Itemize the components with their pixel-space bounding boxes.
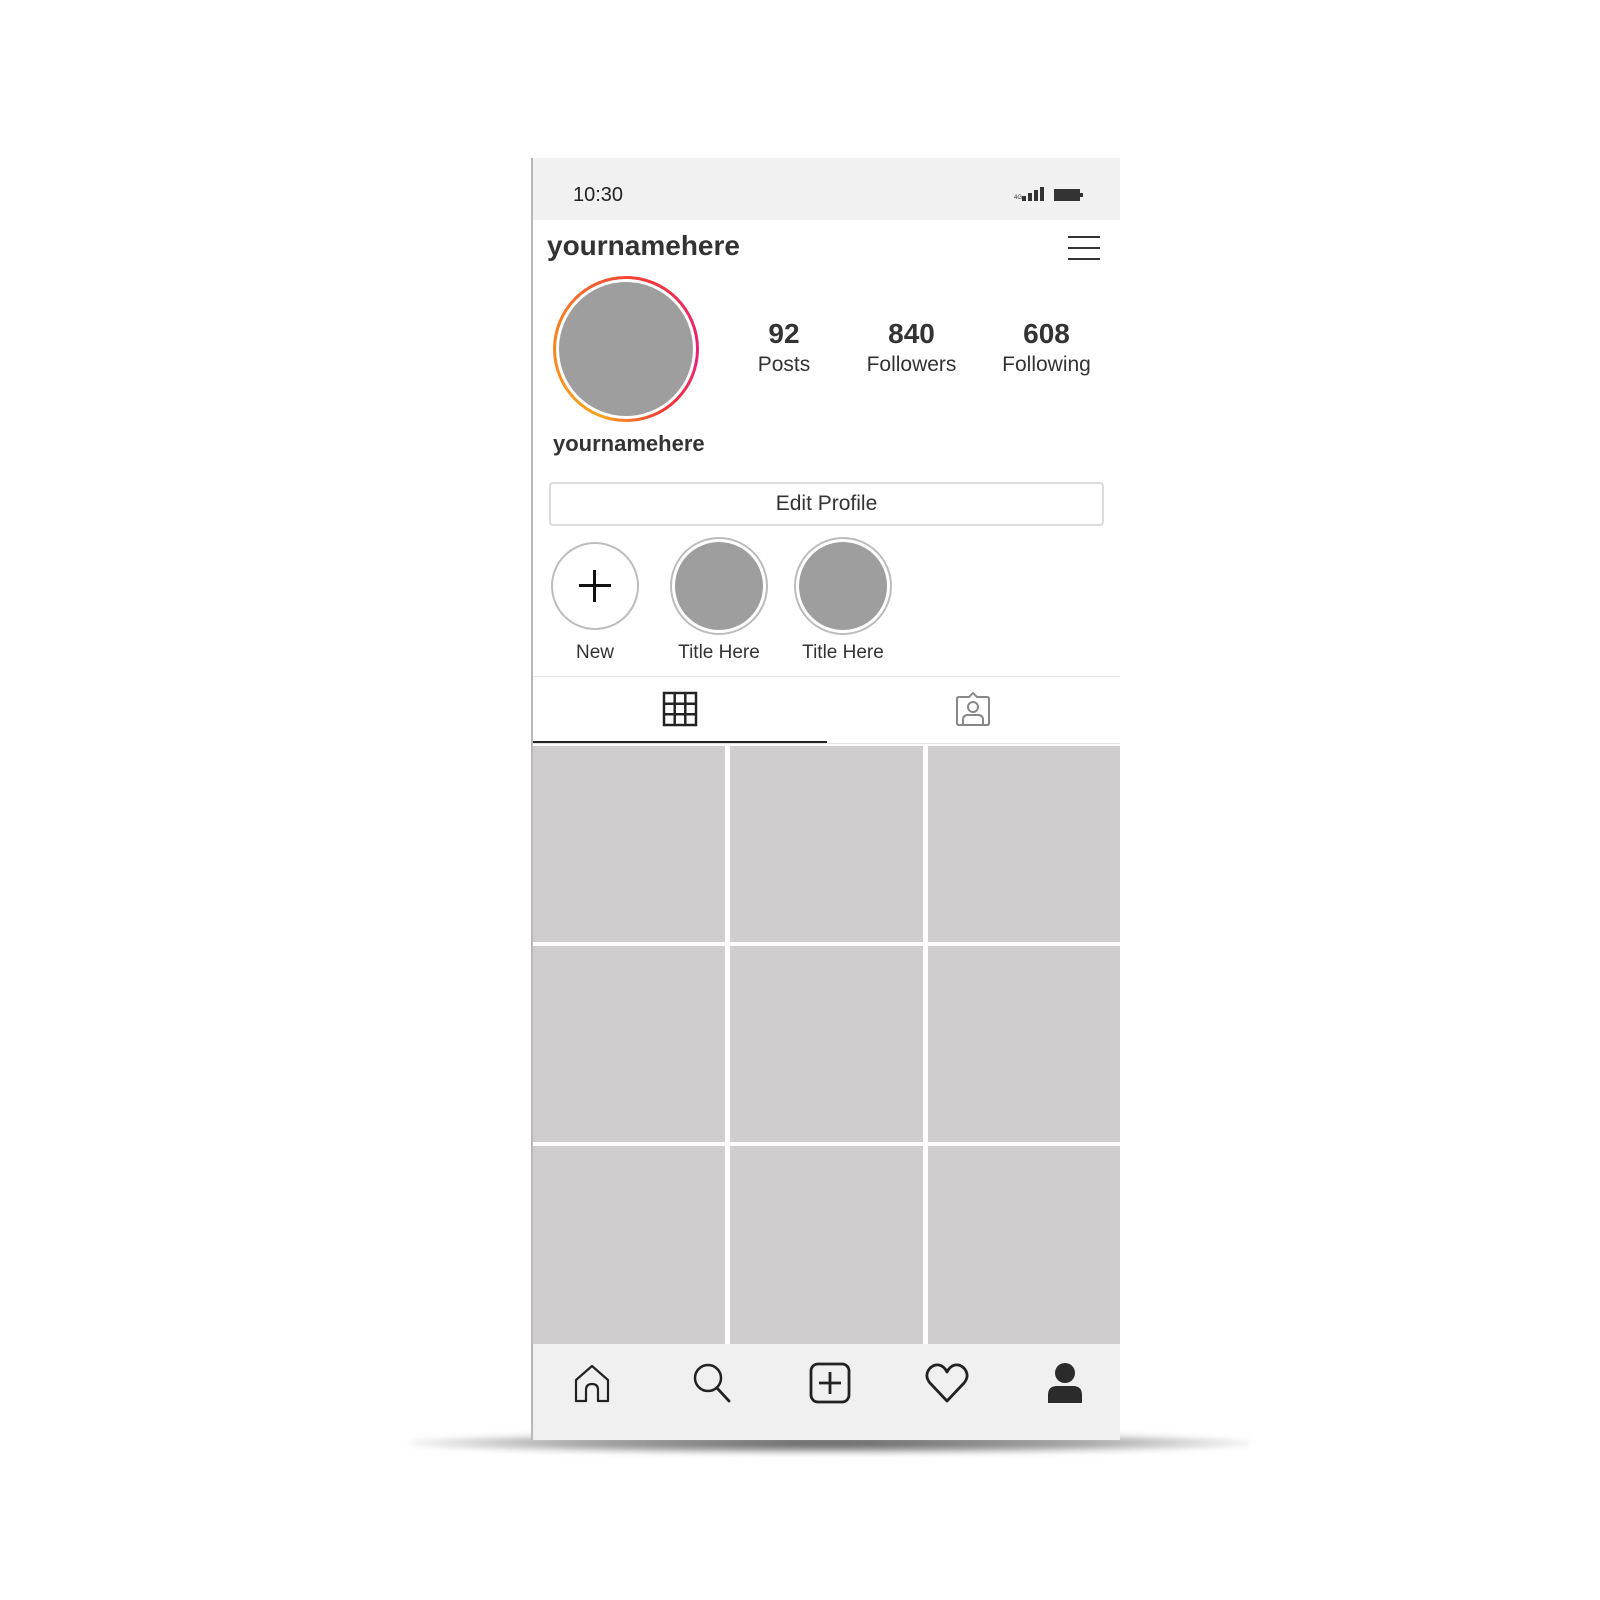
avatar[interactable] <box>553 276 699 422</box>
post-thumbnail[interactable] <box>533 1146 725 1344</box>
network-type-label: 4G <box>1014 195 1023 201</box>
battery-icon <box>1054 189 1083 201</box>
nav-home[interactable] <box>567 1358 617 1408</box>
profile-display-name: yournamehere <box>553 431 705 456</box>
post-thumbnail[interactable] <box>730 746 923 942</box>
highlight-item[interactable]: Title Here <box>793 537 893 664</box>
home-icon <box>574 1364 610 1403</box>
tab-grid[interactable] <box>533 677 827 743</box>
search-icon <box>693 1363 731 1403</box>
profile-tabs <box>533 676 1120 744</box>
nav-new-post[interactable] <box>805 1358 855 1408</box>
stat-value: 92 <box>768 318 800 349</box>
status-bar: 10:30 4G <box>533 158 1120 220</box>
highlight-title: New <box>575 642 614 663</box>
stat-label: Followers <box>866 353 957 376</box>
highlight-circle <box>794 537 892 635</box>
status-time: 10:30 <box>573 184 624 206</box>
nav-profile[interactable] <box>1040 1358 1090 1408</box>
post-thumbnail[interactable] <box>928 946 1120 1142</box>
profile-stats: 92 Posts 840 Followers 608 Following <box>729 318 1109 380</box>
post-thumbnail[interactable] <box>730 1146 923 1344</box>
plus-icon <box>579 570 611 602</box>
stat-posts[interactable]: 92 Posts <box>729 318 839 380</box>
highlight-item[interactable]: Title Here <box>669 537 769 664</box>
highlight-circle <box>551 542 639 630</box>
post-thumbnail[interactable] <box>730 946 923 1142</box>
status-icons: 4G <box>1014 187 1083 201</box>
stat-label: Following <box>1002 353 1091 376</box>
tagged-user-icon <box>956 691 991 726</box>
bottom-navigation <box>533 1344 1120 1440</box>
stat-label: Posts <box>757 353 811 376</box>
post-thumbnail[interactable] <box>928 1146 1120 1344</box>
stat-followers[interactable]: 840 Followers <box>839 318 984 380</box>
post-thumbnail[interactable] <box>928 746 1120 942</box>
nav-activity[interactable] <box>922 1358 972 1408</box>
profile-icon <box>1048 1363 1082 1403</box>
tab-tagged[interactable] <box>827 677 1121 741</box>
post-thumbnail[interactable] <box>533 746 725 942</box>
stat-following[interactable]: 608 Following <box>984 318 1109 380</box>
profile-header: yournamehere <box>533 220 1120 276</box>
avatar-photo <box>559 282 693 416</box>
story-highlights: New Title Here Title Here <box>533 537 1120 670</box>
stat-value: 608 <box>1023 318 1070 349</box>
stat-value: 840 <box>888 318 935 349</box>
highlight-new[interactable]: New <box>545 540 645 664</box>
add-post-icon <box>809 1362 851 1404</box>
grid-icon <box>662 691 697 727</box>
edit-profile-button[interactable]: Edit Profile <box>549 482 1104 526</box>
cellular-signal-icon: 4G <box>1014 187 1044 201</box>
posts-grid <box>533 746 1120 1344</box>
phone-screen: 10:30 4G yournamehere yournamehere 92 Po <box>531 158 1120 1440</box>
highlight-title: Title Here <box>802 642 884 663</box>
highlight-title: Title Here <box>678 642 760 663</box>
highlight-circle <box>670 537 768 635</box>
hamburger-menu-icon[interactable] <box>1068 234 1100 262</box>
heart-icon <box>925 1363 969 1403</box>
nav-search[interactable] <box>687 1358 737 1408</box>
header-username: yournamehere <box>547 230 740 261</box>
post-thumbnail[interactable] <box>533 946 725 1142</box>
